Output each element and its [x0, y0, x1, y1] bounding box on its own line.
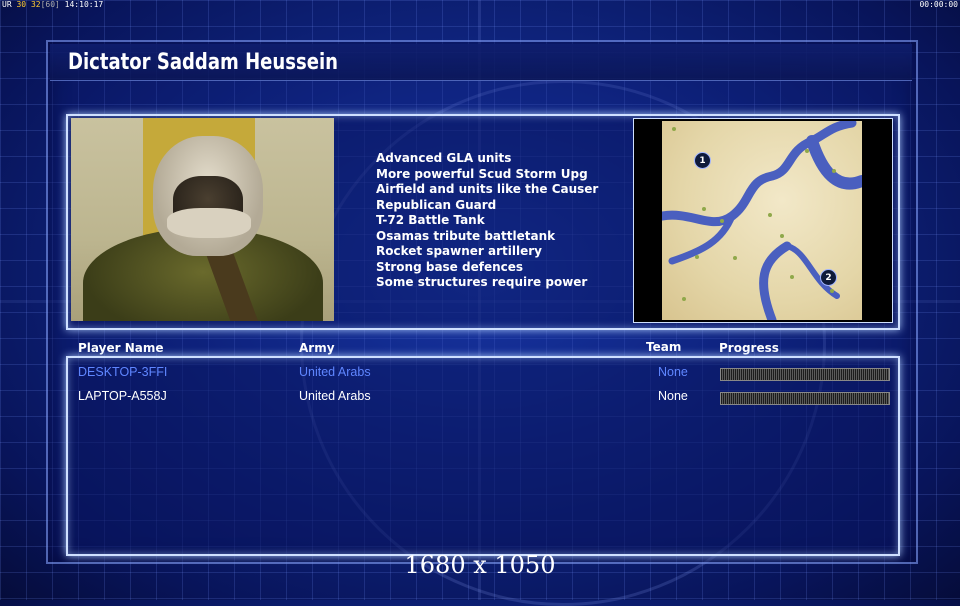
feature-item: Airfield and units like the Causer	[376, 182, 599, 196]
status-left: UR 30 32[60] 14:10:17	[2, 0, 103, 9]
feature-item: Advanced GLA units	[376, 151, 512, 165]
player-team: None	[658, 389, 688, 403]
map-rivers	[662, 121, 862, 320]
status-timer: 00:00:00	[919, 0, 958, 9]
feature-item: More powerful Scud Storm Upg	[376, 166, 588, 181]
player-army: United Arabs	[299, 365, 371, 379]
header-team: Team	[646, 340, 682, 354]
page-title: Dictator Saddam Heussein	[68, 50, 339, 75]
header-progress: Progress	[719, 341, 779, 355]
header-player-name: Player Name	[78, 341, 164, 355]
status-value-1: 30	[16, 0, 27, 9]
start-position-marker[interactable]: 2	[820, 269, 837, 286]
feature-item: Some structures require power	[376, 275, 588, 289]
feature-item: Strong base defences	[376, 259, 524, 274]
feature-item: Rocket spawner artillery	[376, 244, 542, 258]
feature-item: T-72 Battle Tank	[376, 213, 485, 227]
player-row[interactable]: LAPTOP-A558J United Arabs None	[0, 389, 960, 409]
header-army: Army	[299, 341, 335, 355]
map-preview[interactable]: 1 2	[633, 118, 893, 323]
resolution-label: 1680 x 1050	[404, 551, 556, 579]
status-value-3: [60]	[40, 0, 60, 9]
player-army: United Arabs	[299, 389, 371, 403]
start-position-marker[interactable]: 1	[694, 152, 711, 169]
player-list-panel	[66, 356, 900, 556]
feature-list: Advanced GLA units More powerful Scud St…	[376, 151, 616, 291]
feature-item: Osamas tribute battletank	[376, 228, 556, 243]
feature-item: Republican Guard	[376, 197, 497, 212]
player-row[interactable]: DESKTOP-3FFI United Arabs None	[0, 365, 960, 385]
general-portrait	[71, 118, 334, 321]
player-team: None	[658, 365, 688, 379]
status-ur: UR	[2, 0, 12, 9]
status-value-2: 32	[30, 0, 41, 9]
status-clock: 14:10:17	[64, 0, 104, 9]
player-name: LAPTOP-A558J	[78, 389, 167, 403]
player-progress-bar	[720, 368, 890, 381]
player-progress-bar	[720, 392, 890, 405]
player-name: DESKTOP-3FFI	[78, 365, 168, 379]
